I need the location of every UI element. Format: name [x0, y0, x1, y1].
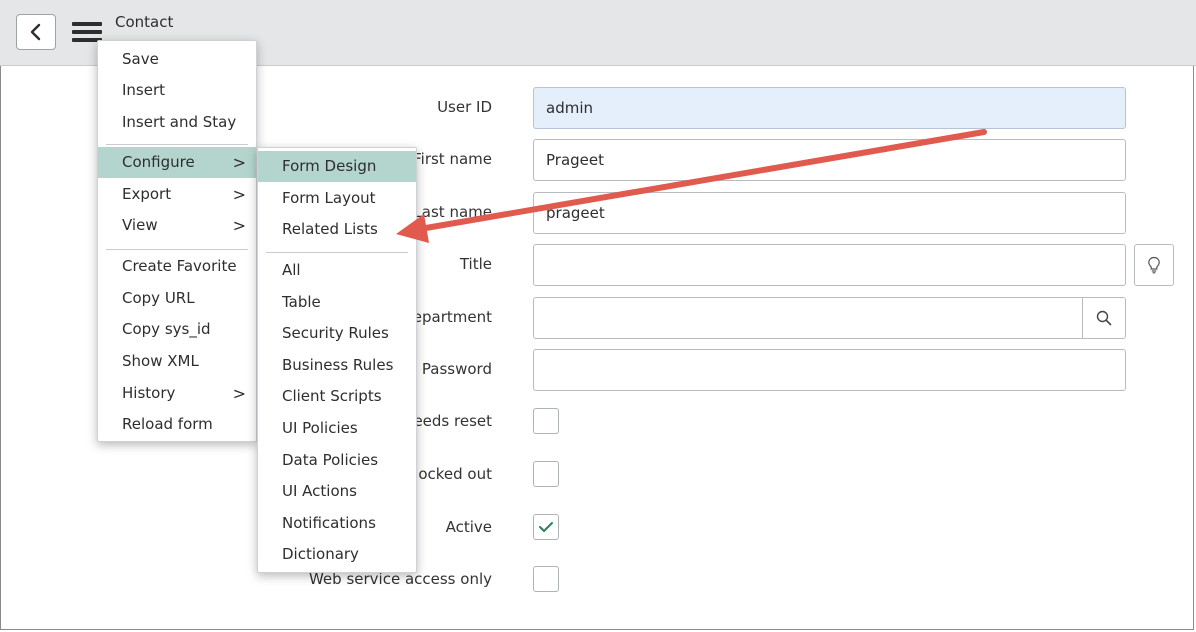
menu-separator	[106, 249, 248, 250]
menu-item-show-xml[interactable]: Show XML	[98, 346, 256, 377]
menu-item-view-label: View	[122, 216, 158, 234]
menu-item-export[interactable]: Export >	[98, 179, 256, 210]
menu-separator	[106, 144, 248, 145]
submenu-item-form-layout[interactable]: Form Layout	[258, 183, 416, 214]
label-needs-reset: eeds reset	[413, 412, 492, 430]
chevron-right-icon: >	[232, 153, 246, 172]
needs-reset-checkbox[interactable]	[533, 408, 559, 434]
submenu-item-related-lists[interactable]: Related Lists	[258, 214, 416, 245]
label-password: Password	[421, 360, 492, 378]
menu-item-history-label: History	[122, 384, 176, 402]
submenu-item-ui-policies[interactable]: UI Policies	[258, 413, 416, 444]
label-title: Title	[459, 255, 492, 273]
locked-out-checkbox[interactable]	[533, 461, 559, 487]
menu-item-view[interactable]: View >	[98, 210, 256, 241]
chevron-left-icon	[30, 23, 41, 41]
back-button[interactable]	[16, 14, 56, 50]
submenu-item-all[interactable]: All	[258, 255, 416, 286]
lightbulb-icon	[1148, 256, 1160, 274]
page-title: Contact	[115, 13, 174, 31]
submenu-item-table[interactable]: Table	[258, 287, 416, 318]
submenu-item-data-policies[interactable]: Data Policies	[258, 445, 416, 476]
configure-submenu: Form Design Form Layout Related Lists Al…	[257, 147, 417, 573]
menu-item-reload-form[interactable]: Reload form	[98, 409, 256, 440]
submenu-item-notifications[interactable]: Notifications	[258, 508, 416, 539]
label-last-name: Last name	[413, 203, 492, 221]
last-name-field[interactable]	[533, 192, 1126, 234]
submenu-item-client-scripts[interactable]: Client Scripts	[258, 381, 416, 412]
menu-item-copy-sys-id[interactable]: Copy sys_id	[98, 314, 256, 345]
menu-item-save[interactable]: Save	[98, 44, 256, 75]
submenu-item-ui-actions[interactable]: UI Actions	[258, 476, 416, 507]
menu-item-history[interactable]: History >	[98, 378, 256, 409]
label-department: epartment	[412, 308, 492, 326]
chevron-right-icon: >	[232, 216, 246, 235]
department-lookup-button[interactable]	[1082, 297, 1126, 339]
user-id-field[interactable]	[533, 87, 1126, 129]
submenu-item-dictionary[interactable]: Dictionary	[258, 539, 416, 570]
title-field[interactable]	[533, 244, 1126, 286]
menu-item-configure-label: Configure	[122, 153, 195, 171]
checkmark-icon	[539, 522, 553, 532]
menu-item-create-favorite[interactable]: Create Favorite	[98, 251, 256, 282]
menu-item-export-label: Export	[122, 185, 172, 203]
menu-item-insert[interactable]: Insert	[98, 75, 256, 106]
chevron-right-icon: >	[232, 185, 246, 204]
chevron-right-icon: >	[232, 384, 246, 403]
label-first-name: First name	[413, 150, 492, 168]
menu-separator	[266, 252, 408, 253]
submenu-item-form-design[interactable]: Form Design	[258, 151, 416, 182]
active-checkbox[interactable]	[533, 514, 559, 540]
suggestion-button[interactable]	[1134, 244, 1174, 286]
web-service-access-checkbox[interactable]	[533, 566, 559, 592]
menu-item-insert-and-stay[interactable]: Insert and Stay	[98, 107, 256, 138]
submenu-item-business-rules[interactable]: Business Rules	[258, 350, 416, 381]
department-field[interactable]	[533, 297, 1083, 339]
search-icon	[1096, 310, 1112, 326]
menu-item-configure[interactable]: Configure >	[98, 147, 256, 178]
submenu-item-security-rules[interactable]: Security Rules	[258, 318, 416, 349]
label-user-id: User ID	[437, 98, 492, 116]
menu-item-copy-url[interactable]: Copy URL	[98, 283, 256, 314]
first-name-field[interactable]	[533, 139, 1126, 181]
label-locked-out: ocked out	[418, 465, 492, 483]
password-field[interactable]	[533, 349, 1126, 391]
context-menu: Save Insert Insert and Stay Configure > …	[97, 40, 257, 442]
label-active: Active	[445, 518, 492, 536]
